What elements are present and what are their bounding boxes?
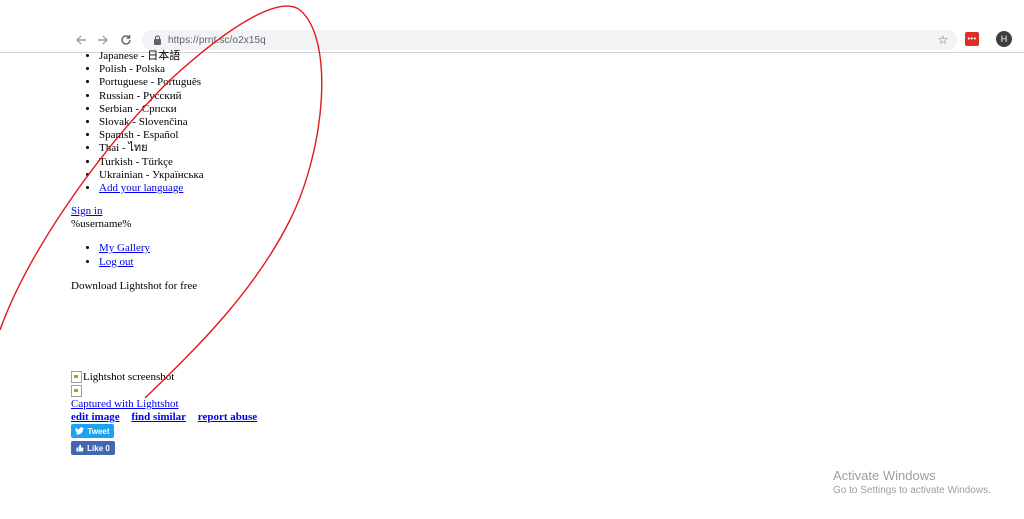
forward-arrow-icon[interactable] xyxy=(94,31,112,49)
facebook-like-button[interactable]: Like 0 xyxy=(71,441,115,455)
page-content: Japanese - 日本語 Polish - Polska Portugues… xyxy=(71,50,571,195)
language-item[interactable]: Russian - Русский xyxy=(99,90,571,103)
activate-windows-watermark: Activate Windows Go to Settings to activ… xyxy=(833,468,991,498)
like-label: Like 0 xyxy=(87,443,110,453)
download-text: Download Lightshot for free xyxy=(71,280,198,292)
url-text: https://prnt.sc/o2x15q xyxy=(168,34,266,46)
username-label: %username% xyxy=(71,218,132,230)
add-language-item: Add your language xyxy=(99,182,571,195)
tweet-button[interactable]: Tweet xyxy=(71,424,114,438)
bookmark-star-icon[interactable]: ☆ xyxy=(935,32,951,48)
captured-with-lightshot-link[interactable]: Captured with Lightshot xyxy=(71,398,179,410)
language-list: Japanese - 日本語 Polish - Polska Portugues… xyxy=(71,50,571,195)
thumbs-up-icon xyxy=(76,444,84,452)
user-menu-item-logout: Log out xyxy=(99,256,150,270)
extension-icon[interactable]: ••• xyxy=(965,32,979,46)
reload-icon[interactable] xyxy=(117,31,135,49)
language-item[interactable]: Serbian - Српски xyxy=(99,103,571,116)
language-item[interactable]: Polish - Polska xyxy=(99,63,571,76)
twitter-bird-icon xyxy=(75,427,85,435)
edit-image-link[interactable]: edit image xyxy=(71,411,120,423)
user-menu-item-gallery: My Gallery xyxy=(99,242,150,256)
screenshot-image: Lightshot screenshot xyxy=(71,371,174,383)
add-language-link[interactable]: Add your language xyxy=(99,182,183,194)
broken-image-icon xyxy=(71,371,82,383)
language-item[interactable]: Thai - ไทย xyxy=(99,142,571,155)
screenshot-alt-text: Lightshot screenshot xyxy=(83,371,175,383)
language-item[interactable]: Japanese - 日本語 xyxy=(99,50,571,63)
broken-image-icon xyxy=(71,385,82,397)
user-menu: My Gallery Log out xyxy=(71,242,150,269)
language-item[interactable]: Turkish - Türkçe xyxy=(99,156,571,169)
language-item[interactable]: Slovak - Slovenčina xyxy=(99,116,571,129)
language-item[interactable]: Spanish - Español xyxy=(99,129,571,142)
activate-windows-subtitle: Go to Settings to activate Windows. xyxy=(833,485,991,496)
language-item[interactable]: Ukrainian - Українська xyxy=(99,169,571,182)
my-gallery-link[interactable]: My Gallery xyxy=(99,242,150,254)
lock-icon xyxy=(150,33,164,47)
sign-in-link[interactable]: Sign in xyxy=(71,205,102,217)
log-out-link[interactable]: Log out xyxy=(99,256,134,268)
report-abuse-link[interactable]: report abuse xyxy=(198,411,257,423)
address-bar[interactable]: https://prnt.sc/o2x15q ☆ xyxy=(142,30,957,50)
language-item[interactable]: Portuguese - Português xyxy=(99,76,571,89)
window-top-strip xyxy=(0,0,1024,28)
image-actions: edit image find similar report abuse xyxy=(71,411,266,423)
back-arrow-icon[interactable] xyxy=(72,31,90,49)
profile-avatar[interactable]: H xyxy=(996,31,1012,47)
activate-windows-title: Activate Windows xyxy=(833,468,936,483)
find-similar-link[interactable]: find similar xyxy=(131,411,186,423)
tweet-label: Tweet xyxy=(87,426,110,436)
extension-label: ••• xyxy=(967,35,977,43)
profile-initial: H xyxy=(1000,34,1008,44)
